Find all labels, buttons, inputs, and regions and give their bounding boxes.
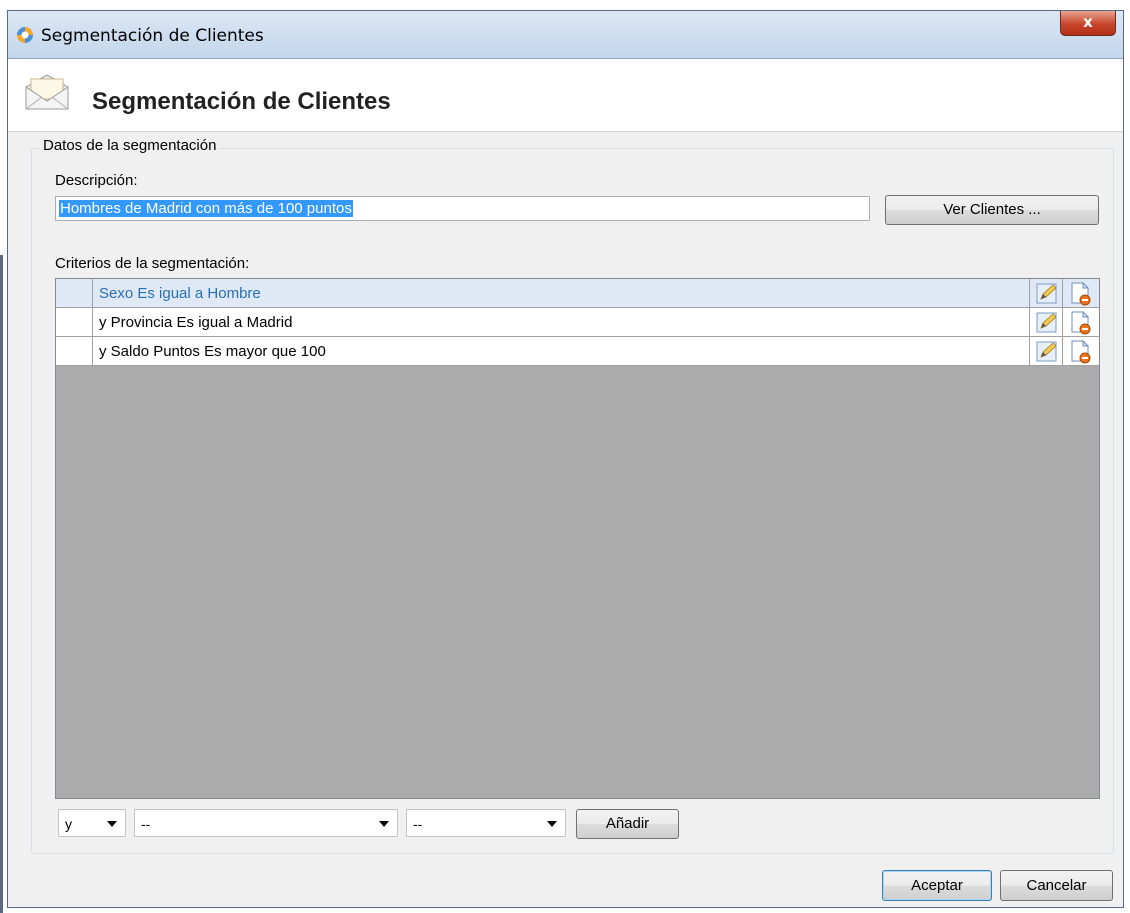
operator-select[interactable]: --: [406, 809, 566, 837]
background-window-edge: [0, 255, 3, 913]
pencil-edit-icon[interactable]: [1030, 337, 1063, 365]
document-delete-icon[interactable]: [1063, 337, 1096, 365]
chevron-down-icon[interactable]: [379, 821, 389, 827]
field-value: --: [141, 816, 151, 832]
delete-cell[interactable]: [1062, 308, 1095, 336]
add-criteria-button[interactable]: Añadir: [576, 809, 679, 839]
dialog-header: Segmentación de Clientes: [8, 59, 1123, 132]
row-header[interactable]: [56, 308, 93, 336]
cancel-button[interactable]: Cancelar: [1000, 870, 1113, 901]
group-legend: Datos de la segmentación: [40, 137, 220, 154]
row-header[interactable]: [56, 279, 93, 307]
field-select[interactable]: --: [134, 809, 398, 837]
pencil-edit-icon[interactable]: [1030, 308, 1063, 336]
edit-cell[interactable]: [1029, 279, 1062, 307]
edit-cell[interactable]: [1029, 337, 1062, 365]
close-button[interactable]: x: [1060, 11, 1116, 36]
criteria-text: Sexo Es igual a Hombre: [99, 285, 261, 302]
connector-select[interactable]: y: [58, 809, 126, 837]
view-clients-button[interactable]: Ver Clientes ...: [885, 195, 1099, 225]
title-bar[interactable]: Segmentación de Clientes x: [8, 11, 1123, 59]
criteria-text: y Provincia Es igual a Madrid: [99, 314, 293, 331]
criteria-row[interactable]: Sexo Es igual a Hombre: [56, 279, 1099, 308]
delete-cell[interactable]: [1062, 337, 1095, 365]
edit-cell[interactable]: [1029, 308, 1062, 336]
chevron-down-icon[interactable]: [107, 821, 117, 827]
window-title: Segmentación de Clientes: [41, 26, 264, 46]
criteria-text: y Saldo Puntos Es mayor que 100: [99, 343, 326, 360]
delete-cell[interactable]: [1062, 279, 1095, 307]
pencil-edit-icon[interactable]: [1030, 279, 1063, 307]
app-logo-icon: [17, 27, 33, 43]
criteria-grid[interactable]: Sexo Es igual a Hombre y Provincia Es ig…: [55, 278, 1100, 799]
chevron-down-icon[interactable]: [547, 821, 557, 827]
connector-value: y: [65, 816, 72, 832]
criteria-row[interactable]: y Saldo Puntos Es mayor que 100: [56, 337, 1099, 366]
document-delete-icon[interactable]: [1063, 279, 1096, 307]
envelope-icon: [25, 74, 69, 110]
operator-value: --: [413, 816, 423, 832]
accept-button[interactable]: Aceptar: [882, 870, 992, 901]
dialog-heading: Segmentación de Clientes: [92, 88, 391, 115]
criteria-row[interactable]: y Provincia Es igual a Madrid: [56, 308, 1099, 337]
description-input[interactable]: Hombres de Madrid con más de 100 puntos: [55, 196, 870, 221]
criteria-label: Criterios de la segmentación:: [55, 255, 250, 272]
row-header[interactable]: [56, 337, 93, 365]
description-label: Descripción:: [55, 172, 138, 189]
description-value: Hombres de Madrid con más de 100 puntos: [59, 200, 353, 217]
document-delete-icon[interactable]: [1063, 308, 1096, 336]
